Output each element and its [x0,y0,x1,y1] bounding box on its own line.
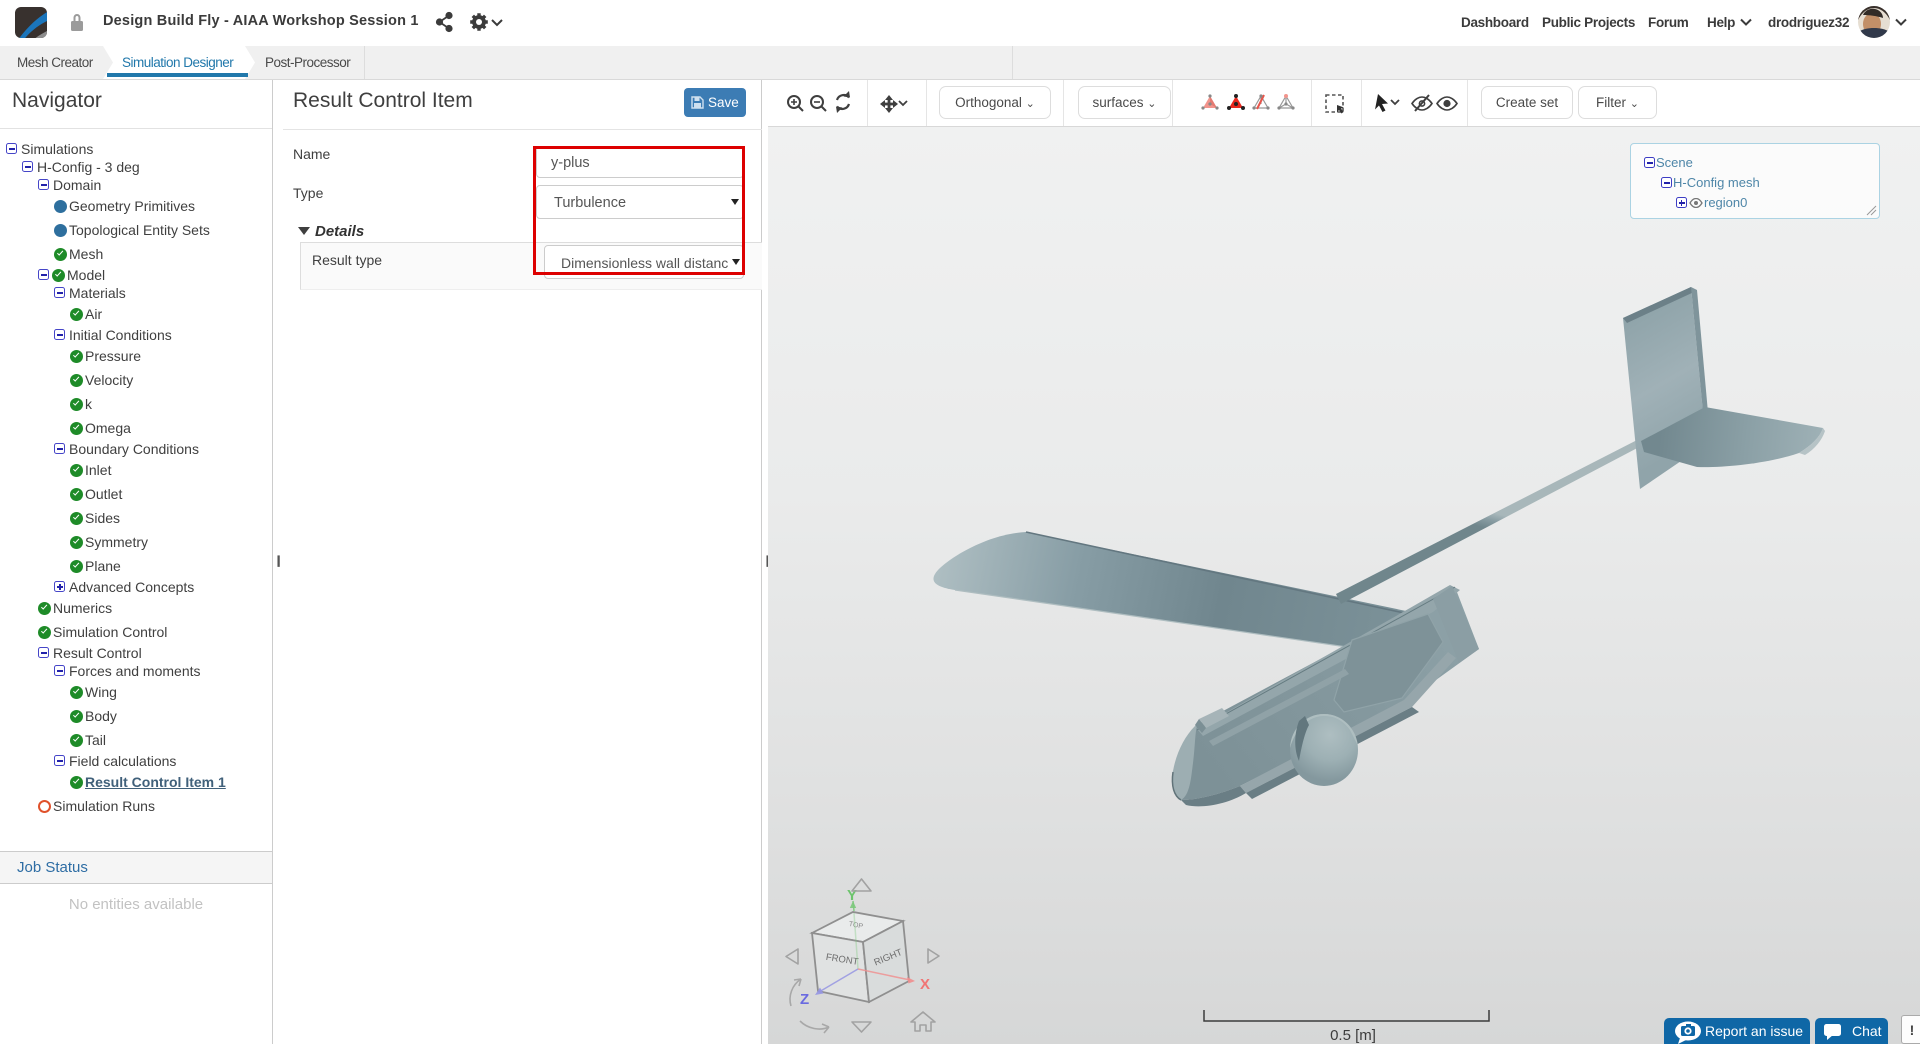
svg-text:Z: Z [800,991,809,1008]
svg-text:X: X [920,976,930,993]
svg-text:Y: Y [847,887,857,904]
